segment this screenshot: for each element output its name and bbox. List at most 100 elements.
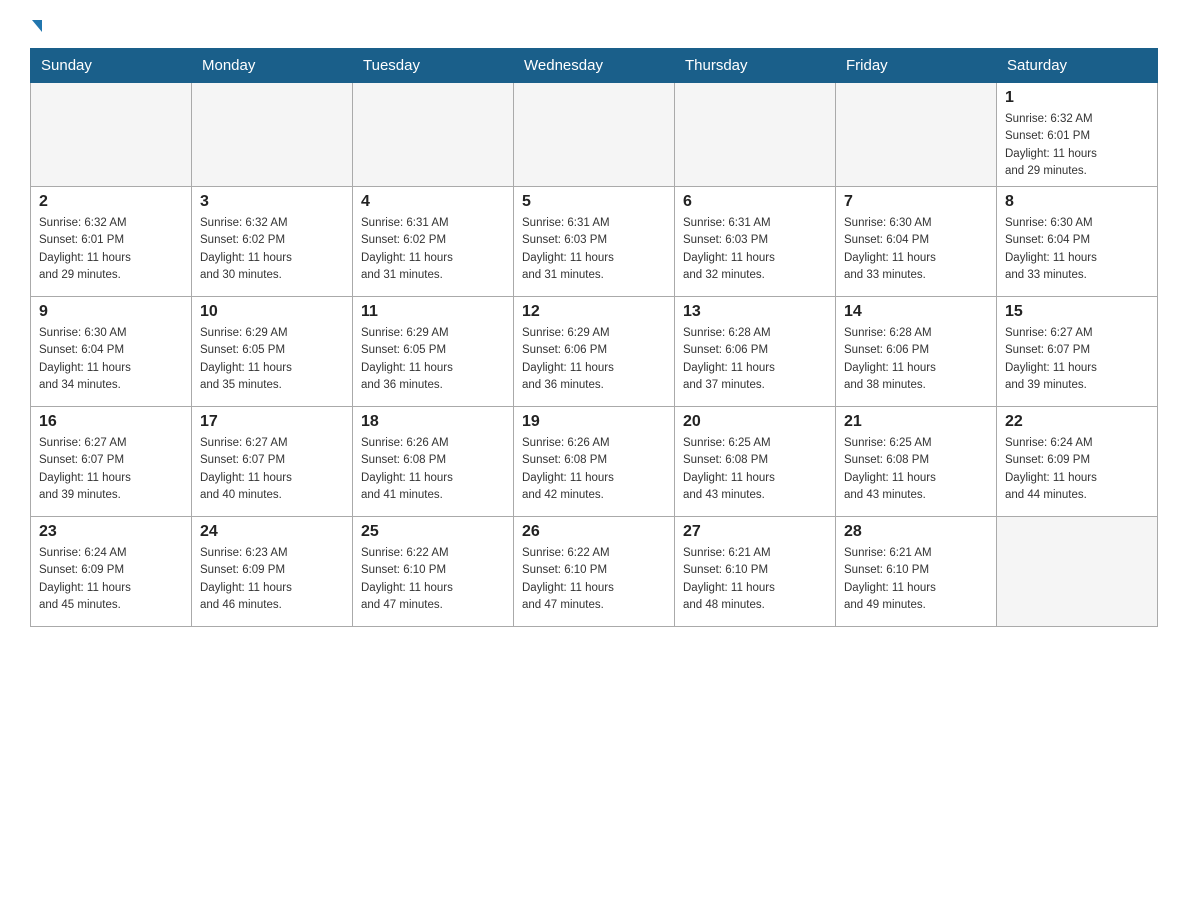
day-number: 20 (683, 413, 827, 431)
day-info: Sunrise: 6:32 AM Sunset: 6:01 PM Dayligh… (39, 215, 183, 284)
day-number: 5 (522, 193, 666, 211)
day-info: Sunrise: 6:30 AM Sunset: 6:04 PM Dayligh… (844, 215, 988, 284)
day-info: Sunrise: 6:30 AM Sunset: 6:04 PM Dayligh… (1005, 215, 1149, 284)
logo (30, 20, 42, 32)
calendar-week-4: 16 Sunrise: 6:27 AM Sunset: 6:07 PM Dayli… (31, 407, 1158, 517)
day-number: 7 (844, 193, 988, 211)
calendar-week-1: 1 Sunrise: 6:32 AM Sunset: 6:01 PM Daylig… (31, 83, 1158, 187)
day-number: 1 (1005, 89, 1149, 107)
day-number: 19 (522, 413, 666, 431)
day-info: Sunrise: 6:26 AM Sunset: 6:08 PM Dayligh… (361, 435, 505, 504)
weekday-header-friday: Friday (836, 49, 997, 83)
day-number: 13 (683, 303, 827, 321)
day-info: Sunrise: 6:30 AM Sunset: 6:04 PM Dayligh… (39, 325, 183, 394)
day-info: Sunrise: 6:27 AM Sunset: 6:07 PM Dayligh… (200, 435, 344, 504)
calendar-cell: 2 Sunrise: 6:32 AM Sunset: 6:01 PM Daylig… (31, 187, 192, 297)
day-info: Sunrise: 6:25 AM Sunset: 6:08 PM Dayligh… (844, 435, 988, 504)
calendar-cell: 4 Sunrise: 6:31 AM Sunset: 6:02 PM Daylig… (353, 187, 514, 297)
weekday-header-sunday: Sunday (31, 49, 192, 83)
calendar-cell: 9 Sunrise: 6:30 AM Sunset: 6:04 PM Daylig… (31, 297, 192, 407)
day-number: 12 (522, 303, 666, 321)
calendar-cell: 3 Sunrise: 6:32 AM Sunset: 6:02 PM Daylig… (192, 187, 353, 297)
day-number: 18 (361, 413, 505, 431)
calendar-cell: 26Sunrise: 6:22 AM Sunset: 6:10 PM Dayli… (514, 517, 675, 627)
day-number: 27 (683, 523, 827, 541)
day-number: 25 (361, 523, 505, 541)
calendar-cell: 15Sunrise: 6:27 AM Sunset: 6:07 PM Dayli… (997, 297, 1158, 407)
day-number: 10 (200, 303, 344, 321)
day-number: 21 (844, 413, 988, 431)
day-number: 24 (200, 523, 344, 541)
calendar-cell (836, 83, 997, 187)
calendar-cell: 10 Sunrise: 6:29 AM Sunset: 6:05 PM Dayli… (192, 297, 353, 407)
day-number: 11 (361, 303, 505, 321)
day-info: Sunrise: 6:29 AM Sunset: 6:06 PM Dayligh… (522, 325, 666, 394)
day-info: Sunrise: 6:31 AM Sunset: 6:03 PM Dayligh… (522, 215, 666, 284)
day-info: Sunrise: 6:27 AM Sunset: 6:07 PM Dayligh… (1005, 325, 1149, 394)
day-number: 16 (39, 413, 183, 431)
day-info: Sunrise: 6:32 AM Sunset: 6:02 PM Dayligh… (200, 215, 344, 284)
day-info: Sunrise: 6:21 AM Sunset: 6:10 PM Dayligh… (683, 545, 827, 614)
calendar-header: SundayMondayTuesdayWednesdayThursdayFrid… (31, 49, 1158, 83)
day-info: Sunrise: 6:28 AM Sunset: 6:06 PM Dayligh… (844, 325, 988, 394)
day-info: Sunrise: 6:32 AM Sunset: 6:01 PM Dayligh… (1005, 111, 1149, 180)
calendar-cell: 14 Sunrise: 6:28 AM Sunset: 6:06 PM Dayli… (836, 297, 997, 407)
calendar-cell (514, 83, 675, 187)
day-number: 9 (39, 303, 183, 321)
day-info: Sunrise: 6:29 AM Sunset: 6:05 PM Dayligh… (200, 325, 344, 394)
day-info: Sunrise: 6:28 AM Sunset: 6:06 PM Dayligh… (683, 325, 827, 394)
day-number: 28 (844, 523, 988, 541)
calendar-cell: 25 Sunrise: 6:22 AM Sunset: 6:10 PM Dayli… (353, 517, 514, 627)
calendar-cell: 8 Sunrise: 6:30 AM Sunset: 6:04 PM Daylig… (997, 187, 1158, 297)
day-number: 22 (1005, 413, 1149, 431)
weekday-header-thursday: Thursday (675, 49, 836, 83)
calendar-cell: 19 Sunrise: 6:26 AM Sunset: 6:08 PM Dayli… (514, 407, 675, 517)
day-number: 2 (39, 193, 183, 211)
day-number: 17 (200, 413, 344, 431)
calendar-week-5: 23Sunrise: 6:24 AM Sunset: 6:09 PM Dayli… (31, 517, 1158, 627)
day-info: Sunrise: 6:24 AM Sunset: 6:09 PM Dayligh… (1005, 435, 1149, 504)
calendar-cell: 5 Sunrise: 6:31 AM Sunset: 6:03 PM Daylig… (514, 187, 675, 297)
calendar-cell: 11 Sunrise: 6:29 AM Sunset: 6:05 PM Dayli… (353, 297, 514, 407)
calendar-cell: 13 Sunrise: 6:28 AM Sunset: 6:06 PM Dayli… (675, 297, 836, 407)
calendar-body: 1 Sunrise: 6:32 AM Sunset: 6:01 PM Daylig… (31, 83, 1158, 627)
day-info: Sunrise: 6:22 AM Sunset: 6:10 PM Dayligh… (522, 545, 666, 614)
calendar-cell (997, 517, 1158, 627)
weekday-header-saturday: Saturday (997, 49, 1158, 83)
day-number: 6 (683, 193, 827, 211)
day-info: Sunrise: 6:31 AM Sunset: 6:02 PM Dayligh… (361, 215, 505, 284)
calendar-table: SundayMondayTuesdayWednesdayThursdayFrid… (30, 48, 1158, 627)
day-number: 3 (200, 193, 344, 211)
calendar-cell: 21 Sunrise: 6:25 AM Sunset: 6:08 PM Dayli… (836, 407, 997, 517)
day-info: Sunrise: 6:22 AM Sunset: 6:10 PM Dayligh… (361, 545, 505, 614)
day-number: 4 (361, 193, 505, 211)
page-header (30, 20, 1158, 32)
calendar-cell (353, 83, 514, 187)
day-info: Sunrise: 6:27 AM Sunset: 6:07 PM Dayligh… (39, 435, 183, 504)
calendar-cell: 6Sunrise: 6:31 AM Sunset: 6:03 PM Daylig… (675, 187, 836, 297)
weekday-header-wednesday: Wednesday (514, 49, 675, 83)
weekday-header-tuesday: Tuesday (353, 49, 514, 83)
calendar-cell: 24 Sunrise: 6:23 AM Sunset: 6:09 PM Dayli… (192, 517, 353, 627)
day-info: Sunrise: 6:29 AM Sunset: 6:05 PM Dayligh… (361, 325, 505, 394)
calendar-cell (675, 83, 836, 187)
day-info: Sunrise: 6:24 AM Sunset: 6:09 PM Dayligh… (39, 545, 183, 614)
calendar-cell: 16 Sunrise: 6:27 AM Sunset: 6:07 PM Dayli… (31, 407, 192, 517)
day-info: Sunrise: 6:21 AM Sunset: 6:10 PM Dayligh… (844, 545, 988, 614)
calendar-week-3: 9 Sunrise: 6:30 AM Sunset: 6:04 PM Daylig… (31, 297, 1158, 407)
calendar-cell (31, 83, 192, 187)
day-number: 8 (1005, 193, 1149, 211)
day-number: 14 (844, 303, 988, 321)
calendar-cell: 18 Sunrise: 6:26 AM Sunset: 6:08 PM Dayli… (353, 407, 514, 517)
day-info: Sunrise: 6:23 AM Sunset: 6:09 PM Dayligh… (200, 545, 344, 614)
weekday-header-monday: Monday (192, 49, 353, 83)
calendar-cell: 27 Sunrise: 6:21 AM Sunset: 6:10 PM Dayli… (675, 517, 836, 627)
calendar-cell: 1 Sunrise: 6:32 AM Sunset: 6:01 PM Daylig… (997, 83, 1158, 187)
day-info: Sunrise: 6:26 AM Sunset: 6:08 PM Dayligh… (522, 435, 666, 504)
calendar-cell: 12 Sunrise: 6:29 AM Sunset: 6:06 PM Dayli… (514, 297, 675, 407)
weekday-row: SundayMondayTuesdayWednesdayThursdayFrid… (31, 49, 1158, 83)
calendar-cell: 28 Sunrise: 6:21 AM Sunset: 6:10 PM Dayli… (836, 517, 997, 627)
calendar-cell: 22 Sunrise: 6:24 AM Sunset: 6:09 PM Dayli… (997, 407, 1158, 517)
logo-arrow-icon (32, 20, 42, 32)
calendar-cell: 23Sunrise: 6:24 AM Sunset: 6:09 PM Dayli… (31, 517, 192, 627)
